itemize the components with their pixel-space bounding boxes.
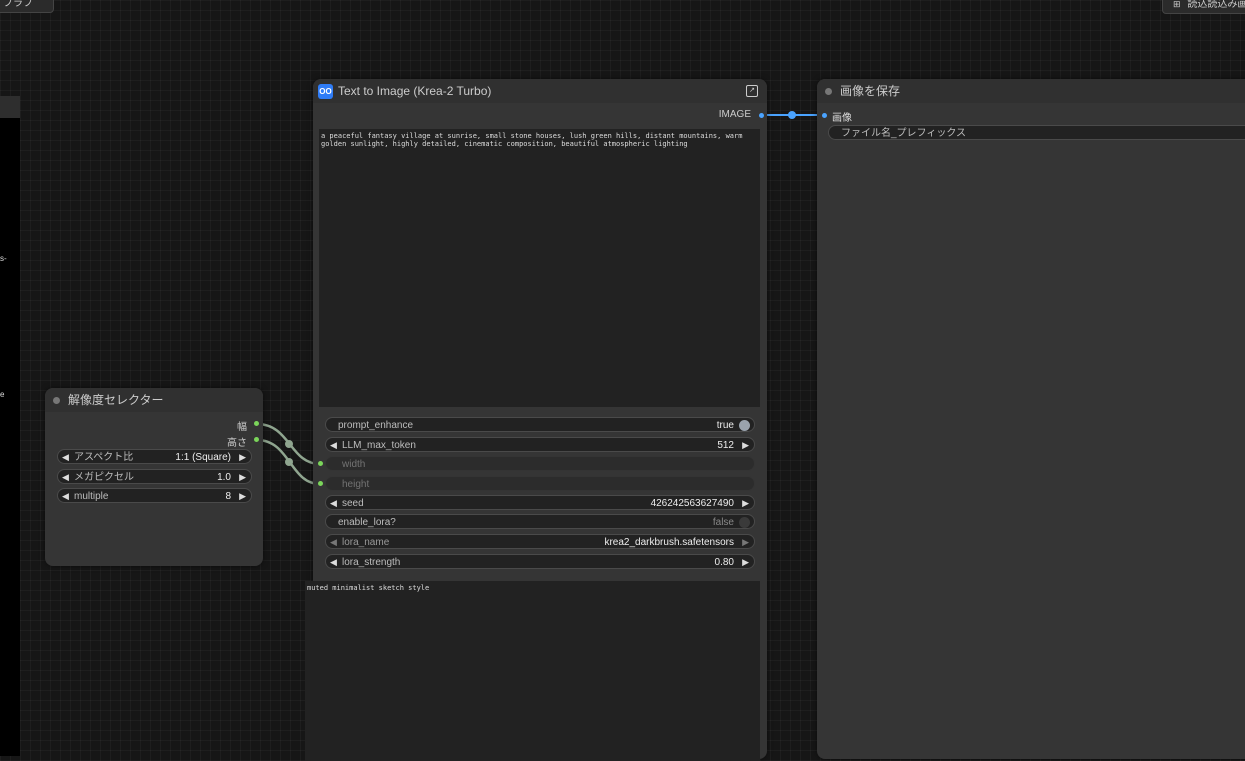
seed-label: seed [342, 498, 364, 509]
lora-name-value: krea2_darkbrush.safetensors [604, 537, 734, 548]
t2i-node-title[interactable]: OO Text to Image (Krea-2 Turbo) ↗ [313, 79, 767, 103]
app-logo-icon: OO [318, 83, 333, 99]
decrement-arrow-icon[interactable]: ◀ [330, 555, 337, 570]
left-panel-text-2: e [0, 390, 5, 399]
save-image-node[interactable]: 画像を保存 画像 ファイル名_プレフィックス [817, 79, 1245, 759]
input-height-slot[interactable] [318, 481, 323, 486]
prompt-enhance-label: prompt_enhance [338, 420, 414, 431]
llm-max-token-value: 512 [717, 440, 734, 451]
increment-arrow-icon[interactable]: ▶ [742, 496, 749, 511]
decrement-arrow-icon[interactable]: ◀ [62, 489, 69, 504]
increment-arrow-icon[interactable]: ▶ [239, 450, 246, 465]
increment-arrow-icon[interactable]: ▶ [742, 555, 749, 570]
grid-icon: ⊞ [1173, 0, 1181, 9]
output-height-slot[interactable] [254, 437, 259, 442]
top-right-button[interactable]: ⊞ 読込読込み画 [1162, 0, 1245, 14]
top-right-button-label: 読込読込み画 [1187, 0, 1245, 10]
width-label: width [342, 459, 366, 470]
lora-strength-value: 0.80 [714, 557, 734, 568]
multiple-widget[interactable]: ◀ multiple 8 ▶ [57, 488, 252, 503]
save-node-title-text: 画像を保存 [840, 84, 901, 98]
height-input[interactable]: height [325, 476, 755, 491]
decrement-arrow-icon[interactable]: ◀ [62, 450, 69, 465]
lora-name-label: lora_name [342, 537, 390, 548]
output-width-slot[interactable] [254, 421, 259, 426]
llm-max-token-label: LLM_max_token [342, 440, 416, 451]
output-image-label: IMAGE [718, 109, 751, 120]
t2i-node-title-text: Text to Image (Krea-2 Turbo) [338, 84, 492, 98]
increment-arrow-icon[interactable]: ▶ [742, 438, 749, 453]
seed-widget[interactable]: ◀ seed 426242563627490 ▶ [325, 495, 755, 510]
enable-lora-label: enable_lora? [338, 517, 396, 528]
output-image-slot[interactable] [759, 113, 764, 118]
left-panel-text-1: s- [0, 254, 7, 263]
style-prompt-textarea[interactable]: muted minimalist sketch style [305, 581, 760, 761]
aspect-ratio-widget[interactable]: ◀ アスペクト比 1:1 (Square) ▶ [57, 449, 252, 464]
decrement-arrow-icon[interactable]: ◀ [330, 535, 337, 550]
enable-lora-value: false [712, 517, 734, 528]
decrement-arrow-icon[interactable]: ◀ [62, 470, 69, 485]
top-left-button-label: ブラブ [3, 0, 33, 9]
lora-strength-widget[interactable]: ◀ lora_strength 0.80 ▶ [325, 554, 755, 569]
filename-prefix-input[interactable]: ファイル名_プレフィックス [828, 125, 1245, 140]
decrement-arrow-icon[interactable]: ◀ [330, 438, 337, 453]
top-left-button[interactable]: ブラブ [0, 0, 54, 13]
llm-max-token-widget[interactable]: ◀ LLM_max_token 512 ▶ [325, 437, 755, 452]
width-link [256, 422, 321, 466]
megapixel-value: 1.0 [217, 472, 231, 483]
output-width-label: 幅 [237, 422, 247, 433]
lora-strength-label: lora_strength [342, 557, 401, 568]
prompt-enhance-value: true [716, 420, 734, 431]
width-input[interactable]: width [325, 456, 755, 471]
seed-value: 426242563627490 [650, 498, 734, 509]
input-image-label: 画像 [832, 113, 852, 124]
input-width-slot[interactable] [318, 461, 323, 466]
filename-prefix-label: ファイル名_プレフィックス [841, 128, 967, 139]
lora-name-widget[interactable]: ◀ lora_name krea2_darkbrush.safetensors … [325, 534, 755, 549]
decrement-arrow-icon[interactable]: ◀ [330, 496, 337, 511]
aspect-ratio-label: アスペクト比 [74, 452, 134, 463]
collapse-dot-icon[interactable] [53, 396, 60, 404]
megapixel-widget[interactable]: ◀ メガピクセル 1.0 ▶ [57, 469, 252, 484]
multiple-label: multiple [74, 491, 109, 502]
height-label: height [342, 479, 370, 490]
input-image-slot[interactable] [822, 113, 827, 118]
increment-arrow-icon[interactable]: ▶ [239, 470, 246, 485]
resolution-node-title-text: 解像度セレクター [68, 393, 164, 407]
height-link-midpoint [285, 458, 293, 466]
left-partial-node: s- e [0, 96, 20, 756]
toggle-knob-icon[interactable] [739, 517, 750, 528]
increment-arrow-icon[interactable]: ▶ [239, 489, 246, 504]
resolution-node-title[interactable]: 解像度セレクター [45, 388, 263, 412]
resolution-selector-node[interactable]: 解像度セレクター 幅 高さ ◀ アスペクト比 1:1 (Square) ▶ ◀ … [45, 388, 263, 566]
megapixel-label: メガピクセル [74, 472, 134, 483]
prompt-enhance-toggle[interactable]: prompt_enhance true [325, 417, 755, 432]
save-node-title[interactable]: 画像を保存 [817, 79, 1245, 103]
image-link-midpoint [788, 111, 796, 119]
multiple-value: 8 [225, 491, 231, 502]
height-link [256, 438, 321, 486]
width-link-midpoint [285, 440, 293, 448]
output-height-label: 高さ [227, 438, 247, 449]
toggle-knob-icon[interactable] [739, 420, 750, 431]
prompt-textarea[interactable]: a peaceful fantasy village at sunrise, s… [319, 129, 760, 407]
enable-lora-toggle[interactable]: enable_lora? false [325, 514, 755, 529]
expand-icon[interactable]: ↗ [746, 85, 758, 97]
collapse-dot-icon[interactable] [825, 87, 832, 95]
increment-arrow-icon[interactable]: ▶ [742, 535, 749, 550]
aspect-ratio-value: 1:1 (Square) [175, 452, 231, 463]
text-to-image-node[interactable]: OO Text to Image (Krea-2 Turbo) ↗ IMAGE … [305, 79, 767, 761]
